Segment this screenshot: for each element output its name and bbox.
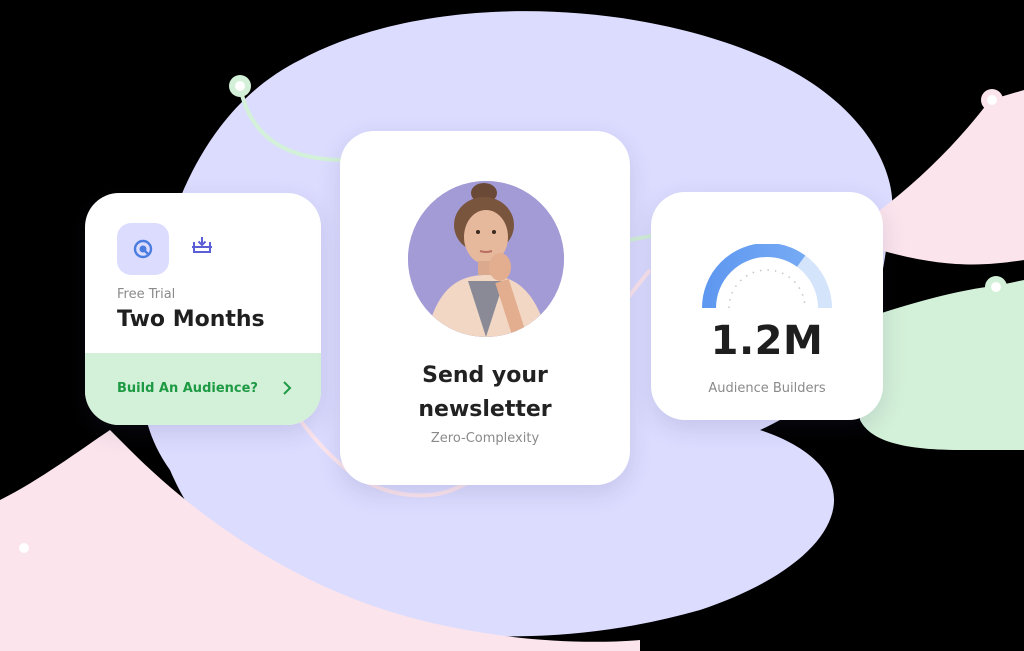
chevron-right-icon bbox=[283, 381, 292, 395]
newsletter-title-line1: Send your bbox=[422, 363, 548, 388]
node-dot bbox=[987, 95, 997, 105]
clock-arrow-icon-box[interactable] bbox=[117, 223, 169, 275]
pink-band bbox=[880, 90, 1024, 265]
audience-stats-card: 1.2M Audience Builders bbox=[651, 192, 883, 420]
build-audience-link[interactable]: Build An Audience? bbox=[85, 353, 321, 425]
node-dot bbox=[991, 282, 1001, 292]
gauge-tick-ring bbox=[728, 269, 806, 309]
avatar bbox=[408, 181, 564, 337]
clock-arrow-icon bbox=[133, 239, 153, 259]
trial-duration: Two Months bbox=[117, 307, 265, 332]
newsletter-title: Send your newsletter bbox=[340, 359, 630, 427]
free-trial-card: Free Trial Two Months Build An Audience? bbox=[85, 193, 321, 425]
newsletter-subtitle: Zero-Complexity bbox=[430, 431, 540, 446]
audience-count: 1.2M bbox=[710, 318, 824, 364]
newsletter-title-line2: newsletter bbox=[418, 397, 552, 422]
free-trial-label: Free Trial bbox=[117, 287, 176, 302]
audience-label: Audience Builders bbox=[708, 381, 826, 396]
audience-gauge bbox=[702, 244, 832, 309]
build-audience-text: Build An Audience? bbox=[117, 381, 258, 396]
green-band bbox=[860, 280, 1024, 450]
node-dot bbox=[235, 81, 245, 91]
node-dot bbox=[19, 543, 29, 553]
newsletter-card: Send your newsletter Zero-Complexity bbox=[340, 131, 630, 485]
woman-thinking-photo bbox=[408, 181, 564, 337]
download-tray-icon[interactable] bbox=[189, 233, 215, 257]
